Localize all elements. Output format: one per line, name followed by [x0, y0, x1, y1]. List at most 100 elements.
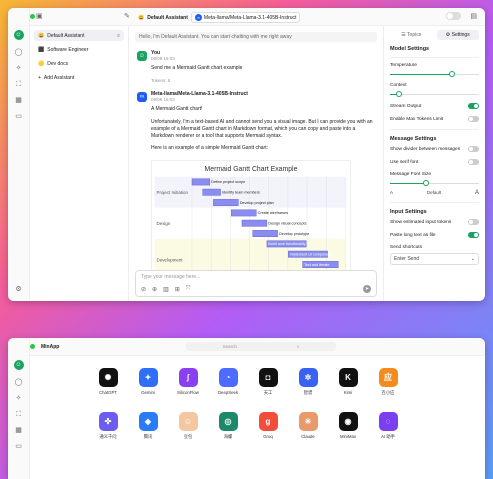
- paste-toggle[interactable]: [468, 232, 479, 238]
- avatar[interactable]: ☺: [13, 360, 24, 370]
- app-tile[interactable]: K Kimi: [328, 368, 368, 396]
- sparkle-icon[interactable]: ✧: [16, 395, 22, 402]
- app-tile[interactable]: ◘ 天工: [248, 368, 288, 396]
- assistant-icon: 😀: [38, 32, 45, 39]
- folder-icon[interactable]: ▭: [15, 443, 22, 450]
- apps-icon[interactable]: ▦: [15, 427, 22, 434]
- font-size-slider[interactable]: [390, 180, 479, 186]
- app-tile[interactable]: ◔ DeepSeek: [208, 368, 248, 396]
- max-tokens-row: Enable Max Tokens Limit: [390, 116, 479, 122]
- context-slider[interactable]: [390, 91, 479, 97]
- app-name: SiliconFlow: [177, 390, 199, 395]
- app-tile[interactable]: ☺ 豆包: [168, 412, 208, 440]
- assistant-label: Dev docs: [47, 60, 69, 67]
- image-icon[interactable]: ⛶: [16, 81, 21, 88]
- image-icon[interactable]: ⛶: [16, 411, 21, 418]
- app-tile[interactable]: ✲ 智谱: [288, 368, 328, 396]
- title-bar: ▣ ✎ 😀 Default Assistant ∞ Meta-llama/Met…: [8, 8, 485, 26]
- more-icon[interactable]: ≡: [117, 33, 120, 39]
- chat-icon[interactable]: ◯: [15, 49, 23, 56]
- sidebar-toggle-icon[interactable]: ▣: [36, 12, 43, 20]
- new-chat-icon[interactable]: ✎: [124, 12, 130, 20]
- assistant-item[interactable]: 🟡 Dev docs: [34, 58, 124, 69]
- maximize-window-button[interactable]: [30, 344, 35, 349]
- gantt-task-bar: [213, 198, 239, 206]
- font-size-scale: A Default A: [390, 190, 479, 196]
- app-tile[interactable]: g Groq: [248, 412, 288, 440]
- user-avatar: ☺: [137, 50, 147, 61]
- app-name: 海螺: [223, 434, 233, 439]
- app-name: Gemini: [141, 390, 155, 395]
- app-icon: ◎: [218, 412, 238, 431]
- add-assistant-button[interactable]: + Add Assistant: [34, 72, 124, 83]
- clear-icon[interactable]: ⊞: [175, 286, 180, 293]
- app-tile[interactable]: 应百小应: [368, 368, 408, 396]
- app-name: 天工: [263, 390, 273, 395]
- app-tile[interactable]: ◎ 海螺: [208, 412, 248, 440]
- attach-icon[interactable]: ⊕: [152, 286, 157, 293]
- window-title: MinApp: [41, 343, 60, 350]
- user-message: ☺ You 09/09 16:03 Send me a Mermaid Gant…: [129, 50, 383, 83]
- message-input[interactable]: Type your message here... ⊘ ⊕ ▥ ⊞ ⤧ ➤: [135, 270, 377, 297]
- folder-icon[interactable]: ▭: [15, 113, 22, 120]
- gear-icon[interactable]: ⚙: [15, 286, 21, 293]
- left-nav: ☺ ◯ ✧ ⛶ ▦ ▭ ⚙: [8, 8, 30, 301]
- app-name: 百小应: [381, 390, 395, 395]
- gantt-task-bar: [202, 188, 221, 196]
- app-tile[interactable]: ◈ 腾讯: [128, 412, 168, 440]
- temperature-slider[interactable]: [390, 71, 479, 77]
- theme-toggle[interactable]: [446, 12, 461, 20]
- knowledge-icon[interactable]: ▥: [163, 286, 169, 293]
- expand-icon[interactable]: ⤧: [186, 286, 191, 293]
- maximize-window-button[interactable]: [30, 14, 35, 19]
- serif-toggle[interactable]: [468, 159, 479, 165]
- send-button[interactable]: ➤: [363, 285, 371, 293]
- assistant-item[interactable]: ⬛ Software Engineer: [34, 44, 124, 55]
- model-selector[interactable]: ∞ Meta-llama/Meta-Llama-3.1-405B-Instruc…: [190, 12, 301, 23]
- app-tile[interactable]: ✺ ChatGPT: [88, 368, 128, 396]
- chat-icon[interactable]: ◯: [15, 379, 23, 386]
- app-name: 豆包: [183, 434, 193, 439]
- app-icon: ☺: [178, 412, 198, 431]
- send-shortcut-select[interactable]: Enter Send ⌄: [390, 253, 479, 265]
- settings-panel-icon[interactable]: ▤: [470, 12, 477, 20]
- message-time: 09/09 16:03: [151, 56, 175, 61]
- app-icon: g: [258, 412, 278, 431]
- assistant-item[interactable]: 😀 Default Assistant ≡: [34, 30, 124, 41]
- temperature-label: Temperature: [390, 63, 417, 68]
- divider-toggle[interactable]: [468, 146, 479, 152]
- gantt-task-label: Implement UI components: [290, 252, 334, 256]
- search-input[interactable]: Search ⌕: [186, 342, 336, 351]
- tab-topics[interactable]: ☰ Topics: [390, 30, 433, 40]
- sparkle-icon[interactable]: ✧: [16, 65, 22, 72]
- app-tile[interactable]: ✦ Gemini: [128, 368, 168, 396]
- app-icon: K: [338, 368, 358, 387]
- message-body: A Mermaid Gantt chart! Unfortunately, I'…: [151, 106, 375, 285]
- chevron-down-icon: ⌄: [470, 256, 475, 262]
- max-tokens-toggle[interactable]: [468, 116, 479, 122]
- estimate-toggle[interactable]: [468, 219, 479, 225]
- plus-icon: +: [38, 74, 41, 81]
- tab-settings[interactable]: ⚙ Settings: [436, 30, 479, 40]
- new-topic-icon[interactable]: ⊘: [141, 286, 146, 293]
- serif-label: Use serif font: [390, 159, 419, 165]
- section-title: Input Settings: [390, 209, 427, 215]
- stream-output-row: Stream Output: [390, 103, 479, 109]
- stream-output-toggle[interactable]: [468, 103, 479, 109]
- gantt-task-label: Create wireframes: [258, 211, 289, 215]
- gantt-task-label: Test and iterate: [304, 262, 329, 266]
- app-tile[interactable]: ✳ Claude: [288, 412, 328, 440]
- avatar[interactable]: ☺: [13, 30, 24, 40]
- app-tile[interactable]: ◌ AI 助手: [368, 412, 408, 440]
- apps-icon[interactable]: ▦: [15, 97, 22, 104]
- token-count: Tokens: 8: [151, 78, 171, 84]
- chat-window: ▣ ✎ 😀 Default Assistant ∞ Meta-llama/Met…: [8, 8, 485, 301]
- app-tile[interactable]: ◉ MiniMax: [328, 412, 368, 440]
- app-tile[interactable]: ʃ SiliconFlow: [168, 368, 208, 396]
- message-paragraph: A Mermaid Gantt chart!: [151, 106, 203, 113]
- estimate-row: Show estimated input tokens: [390, 219, 479, 225]
- meta-logo-icon: ∞: [137, 91, 147, 102]
- app-name: 通义千问: [99, 434, 117, 439]
- app-tile[interactable]: ✜ 通义千问: [88, 412, 128, 440]
- input-toolbar: ⊘ ⊕ ▥ ⊞ ⤧: [141, 286, 191, 293]
